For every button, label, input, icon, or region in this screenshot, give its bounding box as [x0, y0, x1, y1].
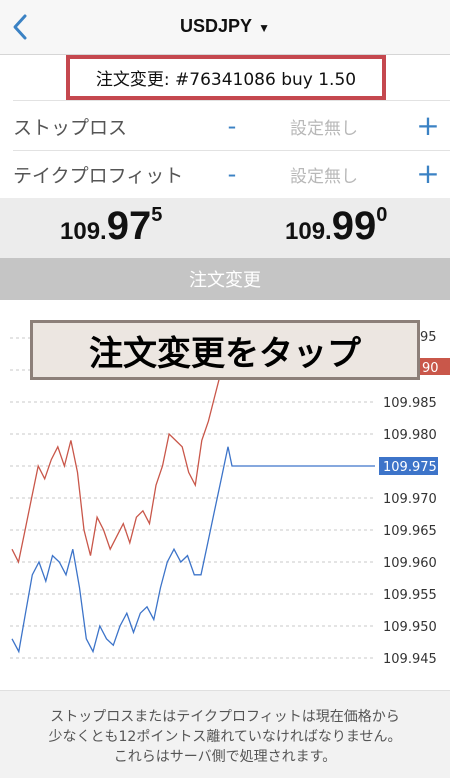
take-profit-value[interactable]: 設定無し — [290, 162, 358, 187]
stop-loss-minus-button[interactable]: - — [222, 112, 242, 140]
y-tick-label: 109.950 — [383, 620, 437, 635]
y-tick-label: 109.960 — [383, 556, 437, 571]
symbol-selector[interactable]: USDJPY ▼ — [0, 16, 450, 37]
order-info: 注文変更: #76341086 buy 1.50 — [66, 55, 386, 100]
stop-loss-row: ストップロス - 設定無し + — [0, 102, 450, 150]
bid-price: 109.975 — [60, 204, 162, 249]
stop-loss-value[interactable]: 設定無し — [290, 114, 358, 139]
modify-order-button[interactable]: 注文変更 — [0, 258, 450, 300]
instruction-text: 注文変更をタップ — [89, 333, 361, 374]
ask-price-pips: 99 — [331, 204, 377, 248]
ask-price-fraction: 0 — [376, 204, 388, 226]
y-tick-label: 109.965 — [383, 524, 437, 539]
modify-order-label: 注文変更 — [189, 270, 261, 291]
y-tick-label-partial: 95 — [420, 330, 437, 345]
order-label: 注文変更: #76341086 buy 1.50 — [95, 70, 357, 90]
footer-line-1: ストップロスまたはテイクプロフィットは現在価格から — [50, 709, 400, 725]
footer-note: ストップロスまたはテイクプロフィットは現在価格から 少なくとも12ポイントス離れ… — [0, 690, 450, 778]
bid-line — [11, 446, 375, 654]
stop-loss-plus-button[interactable]: + — [414, 112, 442, 140]
bid-price-pips: 97 — [106, 204, 152, 248]
ask-price-prefix: 109. — [285, 218, 332, 245]
take-profit-row: テイクプロフィット - 設定無し + — [0, 150, 450, 198]
take-profit-plus-button[interactable]: + — [414, 160, 442, 188]
y-tick-label: 109.980 — [383, 428, 437, 443]
bid-price-tag-label: 109.975 — [383, 460, 437, 475]
y-tick-label: 109.945 — [383, 652, 437, 667]
price-panel: 109.975 109.990 — [0, 198, 450, 258]
y-tick-label: 109.985 — [383, 396, 437, 411]
divider — [13, 100, 450, 101]
footer-line-3: これらはサーバ側で処理されます。 — [113, 749, 337, 765]
instruction-banner: 注文変更をタップ — [30, 320, 420, 380]
bid-price-fraction: 5 — [151, 204, 163, 226]
ask-price-tag-label: 90 — [422, 361, 439, 376]
take-profit-minus-button[interactable]: - — [222, 160, 242, 188]
stop-loss-label: ストップロス — [13, 116, 128, 139]
take-profit-label: テイクプロフィット — [13, 164, 184, 187]
bid-price-prefix: 109. — [60, 218, 107, 245]
page-title: USDJPY — [180, 16, 253, 36]
y-tick-label: 109.955 — [383, 588, 437, 603]
caret-down-icon: ▼ — [258, 21, 270, 35]
ask-price: 109.990 — [285, 204, 387, 249]
nav-bar: USDJPY ▼ — [0, 0, 450, 55]
y-tick-label: 109.970 — [383, 492, 437, 507]
footer-line-2: 少なくとも12ポイントス離れていなければなりません。 — [48, 729, 402, 745]
